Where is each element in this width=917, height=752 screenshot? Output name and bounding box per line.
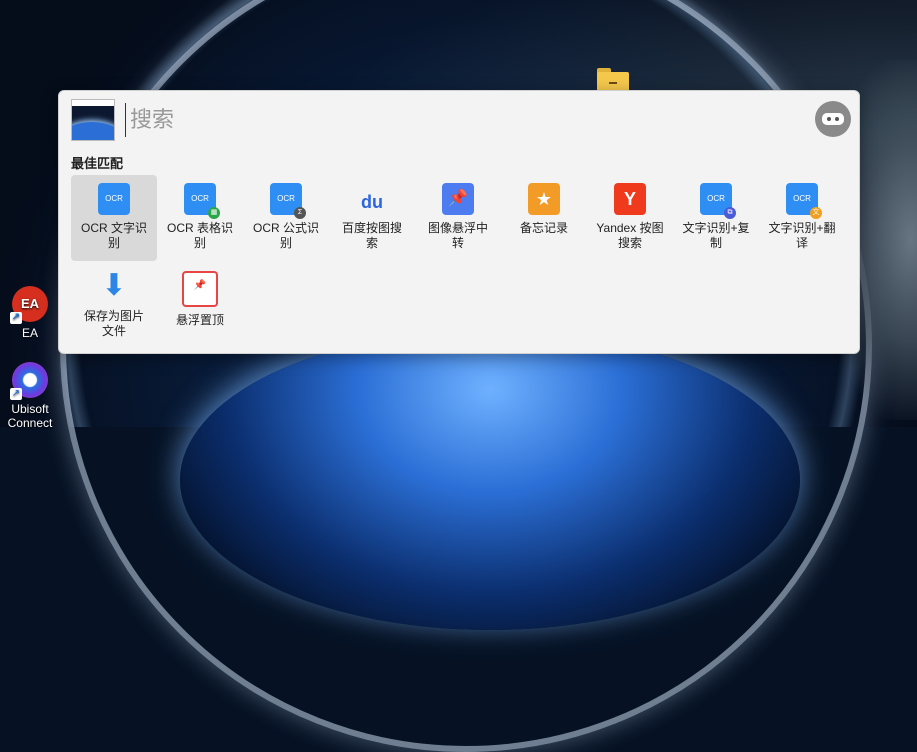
baidu-icon: du <box>361 192 383 212</box>
action-label: OCR 文字识别 <box>80 221 147 250</box>
wallpaper-planet <box>180 330 800 630</box>
memo-icon: ★ <box>528 183 560 215</box>
action-label: 悬浮置顶 <box>175 313 224 327</box>
ea-icon: EA ↗ <box>10 286 48 324</box>
action-label: 文字识别+复制 <box>682 221 750 250</box>
action-ocr-translate[interactable]: OCR 文 文字识别+翻译 <box>759 175 845 261</box>
desktop-shortcut-ubisoft[interactable]: ↗ Ubisoft Connect <box>2 362 58 430</box>
action-ocr-copy[interactable]: OCR ⧉ 文字识别+复制 <box>673 175 759 261</box>
action-baidu-search[interactable]: du 百度按图搜索 <box>329 175 415 261</box>
ocr-table-icon: OCR ▦ <box>184 183 220 219</box>
pin-top-icon: 📌 <box>182 271 218 307</box>
action-label: 保存为图片文件 <box>83 309 144 338</box>
action-label: OCR 公式识别 <box>252 221 319 250</box>
ocr-copy-icon: OCR ⧉ <box>700 183 736 219</box>
action-ocr-formula[interactable]: OCR Σ OCR 公式识别 <box>243 175 329 261</box>
section-title: 最佳匹配 <box>71 156 124 171</box>
yandex-icon: Y <box>614 183 646 215</box>
action-label: 文字识别+翻译 <box>768 221 836 250</box>
download-icon: ⬇ <box>101 269 127 302</box>
action-pin-top[interactable]: 📌 悬浮置顶 <box>157 263 243 349</box>
desktop-folder-icon[interactable] <box>597 68 629 92</box>
action-label: 备忘记录 <box>519 221 568 235</box>
action-label: OCR 表格识别 <box>166 221 233 250</box>
action-save-image[interactable]: ⬇ 保存为图片文件 <box>71 263 157 349</box>
action-yandex-search[interactable]: Y Yandex 按图搜索 <box>587 175 673 261</box>
desktop-shortcut-label: EA <box>21 326 38 340</box>
robot-avatar-icon[interactable] <box>815 101 851 137</box>
action-ocr-text[interactable]: OCR OCR 文字识别 <box>71 175 157 261</box>
action-float-transfer[interactable]: 📌 图像悬浮中转 <box>415 175 501 261</box>
ocr-translate-icon: OCR 文 <box>786 183 822 219</box>
screenshot-thumbnail[interactable] <box>71 99 115 141</box>
ubisoft-icon: ↗ <box>10 362 48 400</box>
search-input[interactable] <box>125 103 732 137</box>
quick-action-panel: 最佳匹配 OCR OCR 文字识别 OCR▦ OCR 表格识别 OCRΣ OCR… <box>58 90 860 354</box>
desktop-shortcut-ea[interactable]: EA ↗ EA <box>2 286 58 340</box>
ocr-formula-icon: OCR Σ <box>270 183 306 219</box>
pin-icon: 📌 <box>442 183 474 215</box>
action-label: Yandex 按图搜索 <box>596 221 664 250</box>
action-ocr-table[interactable]: OCR ▦ OCR 表格识别 <box>157 175 243 261</box>
ocr-text-icon: OCR <box>98 183 130 215</box>
action-memo[interactable]: ★ 备忘记录 <box>501 175 587 261</box>
action-label: 百度按图搜索 <box>341 221 402 250</box>
action-label: 图像悬浮中转 <box>427 221 488 250</box>
desktop-shortcut-label: Ubisoft Connect <box>7 402 53 430</box>
